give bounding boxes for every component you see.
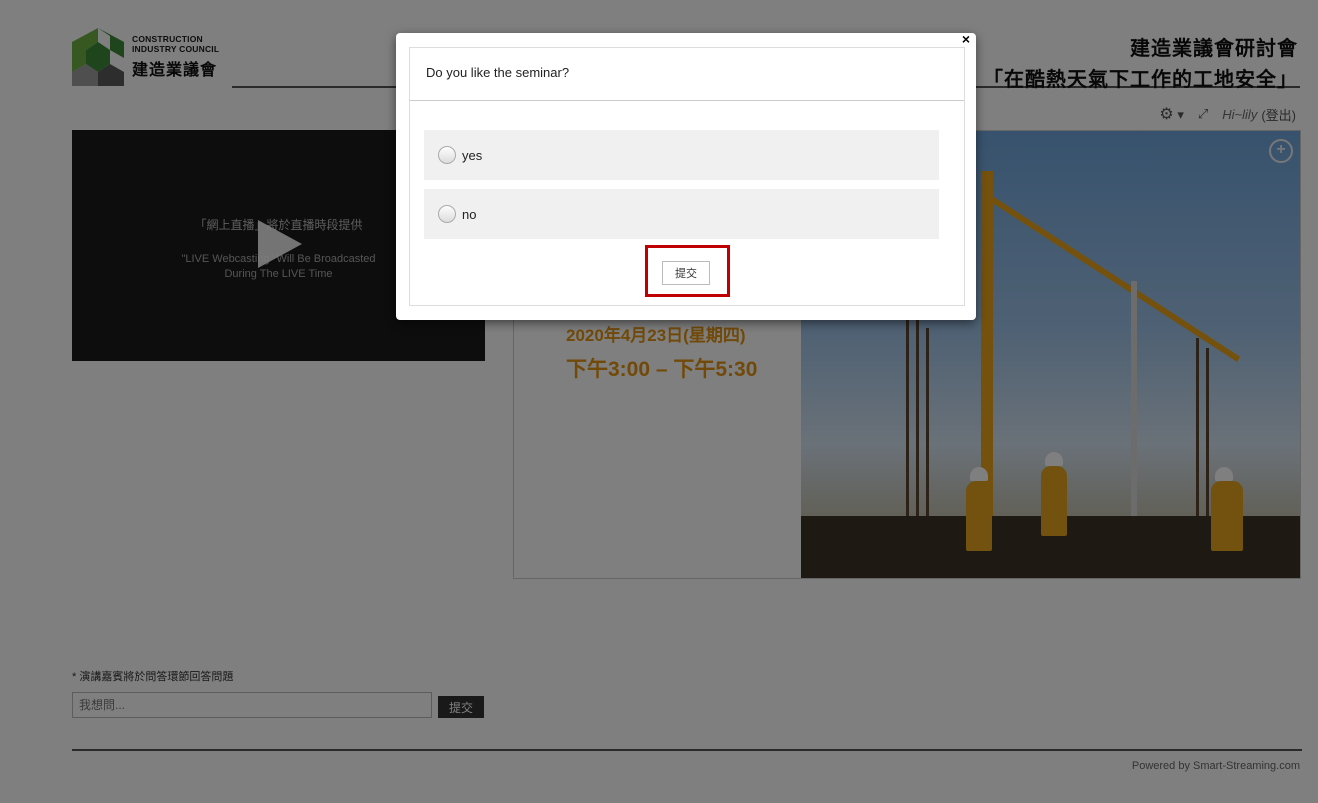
radio-no[interactable] [438, 205, 456, 223]
poll-option-label: no [462, 206, 477, 222]
poll-question: Do you like the seminar? [426, 65, 570, 80]
submit-highlight: 提交 [645, 245, 730, 297]
poll-option-yes[interactable]: yes [424, 130, 939, 180]
radio-yes[interactable] [438, 146, 456, 164]
poll-modal: × Do you like the seminar? yes no 提交 [396, 31, 976, 320]
poll-divider [410, 100, 964, 101]
close-icon[interactable]: × [958, 31, 974, 47]
poll-option-no[interactable]: no [424, 189, 939, 239]
poll-panel: Do you like the seminar? yes no 提交 [409, 47, 965, 306]
poll-option-label: yes [462, 147, 483, 163]
poll-submit-button[interactable]: 提交 [662, 261, 710, 285]
